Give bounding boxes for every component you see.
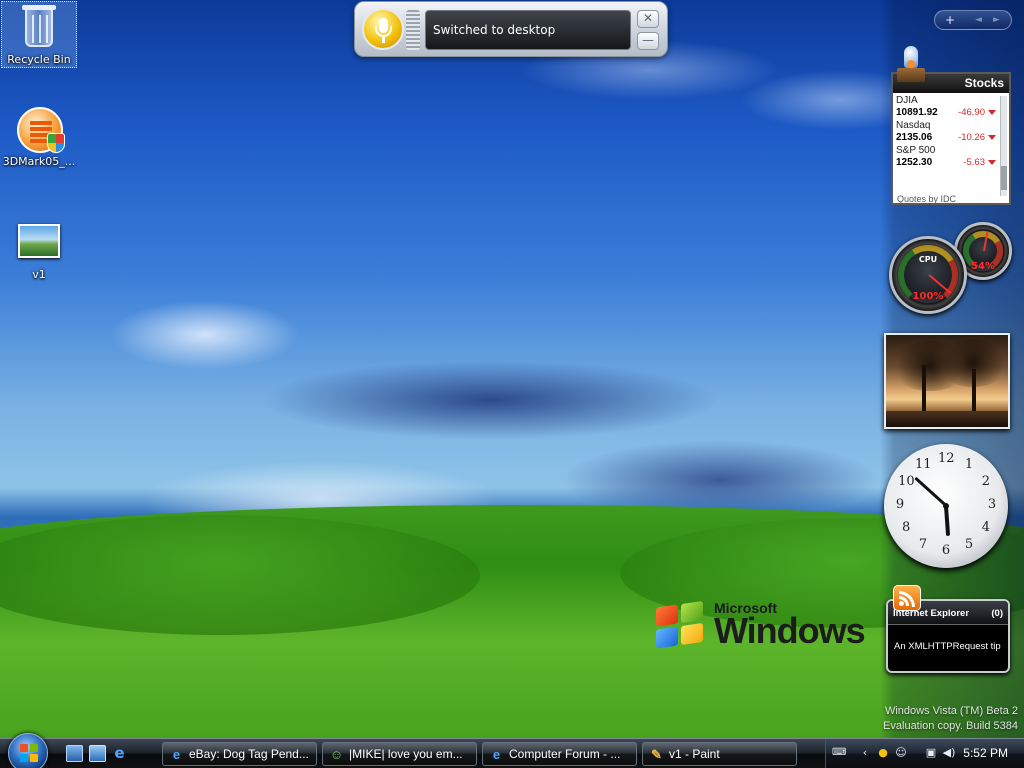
clock-number: 12	[938, 451, 955, 466]
recycle-bin-icon	[15, 3, 63, 51]
windows-flag-icon	[656, 600, 706, 651]
recycle-bin-shortcut[interactable]: Recycle Bin	[1, 1, 77, 68]
previous-page-button[interactable]: ◄	[975, 11, 982, 29]
messenger-tray-icon[interactable]: ☺	[894, 746, 908, 760]
stock-price: 2135.06	[896, 132, 933, 143]
ie-icon[interactable]: e	[111, 745, 128, 762]
cpu-percent: 100%	[912, 291, 944, 302]
windows-logo: Microsoft Windows	[652, 600, 892, 670]
task-label: eBay: Dog Tag Pend...	[189, 747, 309, 761]
build-watermark: Windows Vista (TM) Beta 2 Evaluation cop…	[883, 704, 1018, 734]
clock-gadget[interactable]: 12 1 2 3 4 5 6 7 8 9 10 11	[884, 444, 1008, 568]
network-icon[interactable]: ▣	[924, 746, 938, 760]
speech-recognition-bar: Switched to desktop ✕ —	[354, 1, 668, 57]
show-desktop-icon[interactable]	[66, 745, 83, 762]
lamp-icon	[897, 46, 925, 90]
stock-price: 10891.92	[896, 107, 938, 118]
stocks-gadget[interactable]: Stocks DJIA 10891.92 -46.90 Nasdaq 2135.…	[891, 72, 1011, 205]
ie-icon: e	[172, 747, 181, 762]
task-label: v1 - Paint	[669, 747, 720, 761]
clock-hour-hand	[944, 505, 951, 537]
clock-number: 2	[981, 474, 990, 489]
stock-symbol: S&P 500	[896, 145, 936, 156]
icon-label: 3DMark05_...	[2, 155, 76, 168]
3dmark-icon	[15, 105, 65, 153]
stock-row[interactable]: Nasdaq 2135.06 -10.26	[893, 118, 997, 143]
stock-change: -10.26	[958, 132, 985, 143]
image-file-icon	[15, 218, 63, 266]
cpu-meter-gadget[interactable]: 54% CPU 100%	[886, 222, 1012, 314]
clock-minute-hand	[913, 476, 948, 508]
speech-close-button[interactable]: ✕	[637, 10, 659, 28]
clock-number: 1	[964, 457, 974, 473]
paint-icon: ✎	[651, 747, 662, 762]
speech-minimize-button[interactable]: —	[637, 32, 659, 50]
stocks-scrollbar[interactable]	[1000, 96, 1007, 196]
show-hidden-icons-chevron-icon[interactable]: ‹	[858, 746, 872, 760]
feed-count: (0)	[991, 608, 1003, 619]
clock-number: 4	[981, 520, 990, 535]
taskbar-clock[interactable]: 5:52 PM	[963, 746, 1008, 760]
down-arrow-icon	[988, 110, 996, 115]
stock-row[interactable]: DJIA 10891.92 -46.90	[893, 93, 997, 118]
down-arrow-icon	[988, 160, 996, 165]
stock-symbol: Nasdaq	[896, 120, 931, 131]
icon-label: v1	[32, 268, 46, 281]
rss-feed-icon	[893, 585, 921, 611]
ie-icon: e	[492, 747, 501, 762]
stock-change: -46.90	[958, 107, 985, 118]
windows-flag-icon	[20, 744, 38, 762]
stock-change: -5.63	[963, 157, 985, 168]
microphone-button[interactable]	[362, 8, 404, 50]
taskbar-button-ebay[interactable]: e eBay: Dog Tag Pend...	[162, 742, 317, 766]
notification-area: ⌨ ‹ ● ☺ ▣ ◀) 5:52 PM	[825, 739, 1024, 768]
slideshow-gadget[interactable]	[884, 333, 1010, 429]
clock-number: 7	[918, 536, 928, 552]
down-arrow-icon	[988, 135, 996, 140]
cpu-label: CPU	[918, 255, 938, 264]
messenger-icon: ☺	[329, 747, 344, 762]
stock-price: 1252.30	[896, 157, 933, 168]
watermark-line: Windows Vista (TM) Beta 2	[884, 705, 1018, 717]
icon-label: Recycle Bin	[7, 53, 71, 66]
clock-number: 10	[898, 474, 915, 489]
watermark-line: Evaluation copy. Build 5384	[883, 720, 1018, 732]
cpu-gauge: CPU 100%	[889, 236, 967, 314]
taskbar-button-messenger[interactable]: ☺ |MIKE| love you em...	[322, 742, 477, 766]
windows-wordmark: Windows	[714, 610, 866, 651]
clock-number: 3	[987, 497, 997, 512]
taskbar: e e eBay: Dog Tag Pend... ☺ |MIKE| love …	[0, 733, 1024, 768]
speech-icon[interactable]: ●	[876, 746, 890, 760]
volume-meter	[406, 10, 420, 50]
keyboard-icon[interactable]: ⌨	[832, 746, 846, 760]
next-page-button[interactable]: ►	[993, 11, 1000, 29]
stock-symbol: DJIA	[896, 95, 918, 106]
switch-windows-icon[interactable]	[89, 745, 106, 762]
3dmark-shortcut[interactable]: 3DMark05_...	[1, 105, 77, 168]
add-gadget-button[interactable]: +	[945, 11, 955, 29]
shield-icon	[47, 133, 65, 153]
clock-number: 6	[941, 543, 951, 558]
clock-number: 8	[902, 520, 911, 535]
v1-image-shortcut[interactable]: v1	[1, 218, 77, 281]
task-label: |MIKE| love you em...	[349, 747, 463, 761]
speech-status-text: Switched to desktop	[425, 10, 631, 50]
stock-row[interactable]: S&P 500 1252.30 -5.63	[893, 143, 997, 168]
taskbar-button-computer-forum[interactable]: e Computer Forum - ...	[482, 742, 637, 766]
task-label: Computer Forum - ...	[509, 747, 621, 761]
clock-number: 5	[964, 536, 974, 552]
sidebar-controls: + ◄ ►	[934, 10, 1012, 30]
start-button[interactable]	[8, 733, 48, 768]
clock-number: 9	[895, 497, 905, 512]
stocks-footer: Quotes by IDC	[897, 194, 957, 203]
feed-headline[interactable]: An XMLHTTPRequest tip	[894, 641, 1001, 652]
volume-icon[interactable]: ◀)	[942, 746, 956, 760]
clock-number: 11	[915, 457, 932, 473]
taskbar-button-paint[interactable]: ✎ v1 - Paint	[642, 742, 797, 766]
